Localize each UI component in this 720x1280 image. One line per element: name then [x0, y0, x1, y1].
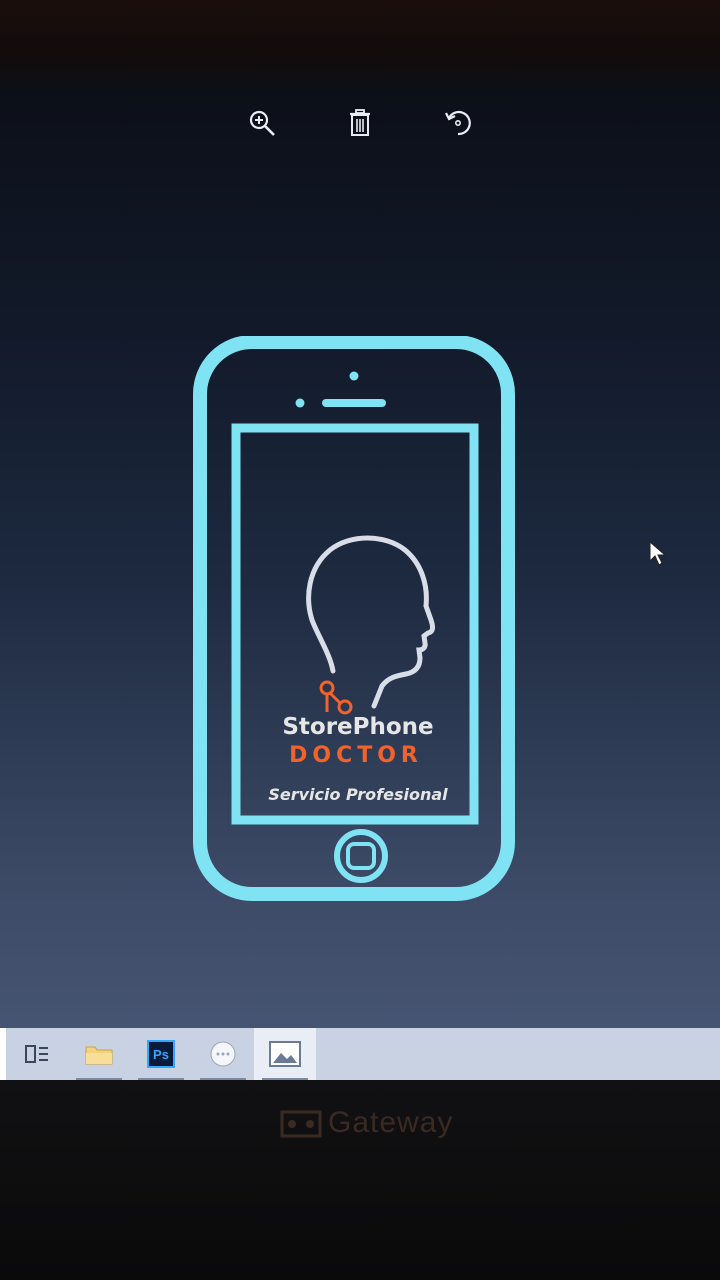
taskbar-chat-app[interactable]	[192, 1028, 254, 1080]
trash-icon	[350, 109, 370, 136]
taskbar-photos-app[interactable]	[254, 1028, 316, 1080]
svg-text:Ps: Ps	[153, 1047, 169, 1062]
phone-speaker	[322, 399, 386, 407]
circuit-node	[337, 699, 353, 715]
brand-line-2: DOCTOR	[289, 743, 423, 768]
monitor-top-bezel	[0, 0, 720, 88]
image-viewer-toolbar	[0, 88, 720, 158]
rotate-button[interactable]	[442, 107, 474, 139]
zoom-in-icon	[249, 110, 275, 136]
gateway-logo-icon	[280, 1110, 322, 1138]
brand-line-1: StorePhone	[282, 714, 433, 740]
tagline: Servicio Profesional	[268, 785, 448, 804]
delete-button[interactable]	[344, 107, 376, 139]
mouse-pointer-icon	[649, 541, 667, 566]
phone-camera-dot	[349, 371, 359, 381]
phone-sensor-dot	[295, 398, 305, 408]
home-button-outline	[334, 829, 388, 883]
brand-name: Gateway	[328, 1106, 454, 1139]
chat-icon	[210, 1041, 236, 1067]
home-button-square	[346, 842, 376, 870]
monitor-screen: StorePhone DOCTOR Servicio Profesional P…	[0, 88, 720, 1080]
taskbar-task-view[interactable]	[6, 1028, 68, 1080]
monitor-brand: Gateway	[280, 1106, 453, 1140]
file-explorer-icon	[85, 1046, 113, 1065]
photos-icon	[269, 1041, 301, 1067]
taskbar-photoshop[interactable]: Ps	[130, 1028, 192, 1080]
zoom-in-button[interactable]	[246, 107, 278, 139]
task-view-icon	[25, 1045, 48, 1063]
displayed-image: StorePhone DOCTOR Servicio Profesional	[193, 336, 515, 901]
taskbar-file-explorer[interactable]	[68, 1028, 130, 1080]
taskbar: Ps	[0, 1028, 720, 1080]
photoshop-icon: Ps	[147, 1040, 175, 1068]
rotate-icon	[445, 110, 471, 136]
